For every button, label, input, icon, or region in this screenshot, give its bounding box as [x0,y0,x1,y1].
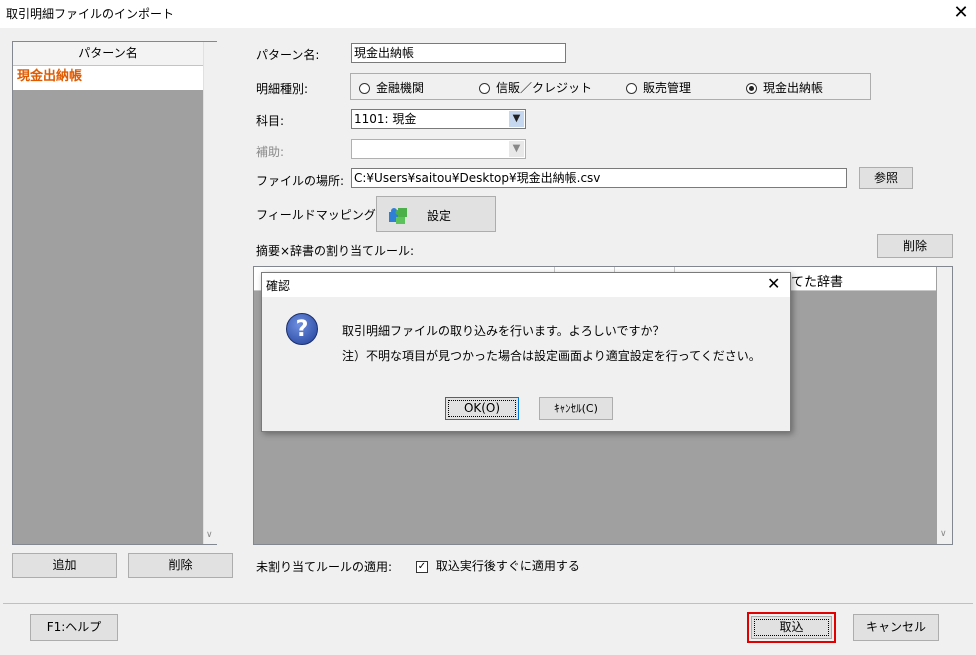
help-button[interactable]: F1:ヘルプ [30,614,118,641]
radio-dot [359,83,370,94]
dialog-title-bar: 確認 ✕ [262,273,790,297]
radio-dot [626,83,637,94]
pattern-list[interactable]: パターン名 現金出納帳 ∨ [12,41,217,545]
footer-separator [3,603,973,604]
dialog-message: 取引明細ファイルの取り込みを行います。よろしいですか？ [342,324,665,338]
browse-button[interactable]: 参照 [859,167,913,189]
pattern-list-empty-area [13,90,203,544]
scroll-down-icon[interactable]: ∨ [940,529,947,539]
window-title-bar: 取引明細ファイルのインポート ✕ [0,0,976,28]
account-label: 科目: [256,114,285,128]
dialog-note: 注）不明な項目が見つかった場合は設定画面より適宜設定を行ってください。 [342,349,761,363]
question-icon: ? [286,313,318,345]
file-location-label: ファイルの場所: [256,174,345,188]
unassigned-rule-label: 未割り当てルールの適用: [256,560,393,574]
rule-label: 摘要×辞書の割り当てルール: [256,244,415,258]
field-mapping-settings-button[interactable]: 設定 [376,196,496,232]
checkmark-icon: ✓ [416,560,428,573]
sub-account-label: 補助: [256,145,285,159]
detail-type-label: 明細種別: [256,82,309,96]
dialog-title: 確認 [266,279,291,293]
dialog-close-icon[interactable]: ✕ [767,274,780,293]
radio-cashbook[interactable]: 現金出納帳 [746,79,823,96]
field-mapping-label: フィールドマッピング: [256,208,380,222]
grid-column-dictionary: てた辞書 [791,275,844,290]
close-icon[interactable]: ✕ [950,2,972,24]
pattern-list-scrollbar[interactable]: ∨ [203,42,217,544]
chevron-down-icon[interactable]: ▼ [509,111,524,127]
radio-dot [479,83,490,94]
radio-financial[interactable]: 金融機関 [359,79,424,96]
confirm-dialog: 確認 ✕ ? 取引明細ファイルの取り込みを行います。よろしいですか？ 注）不明な… [261,272,791,432]
scroll-down-icon[interactable]: ∨ [206,530,213,540]
file-path-input[interactable]: C:¥Users¥saitou¥Desktop¥現金出納帳.csv [351,168,847,188]
radio-sales[interactable]: 販売管理 [626,79,691,96]
cancel-button[interactable]: キャンセル [853,614,939,641]
puzzle-icon [387,204,409,226]
pattern-name-label: パターン名: [256,48,320,62]
dialog-ok-button[interactable]: OK(O) [445,397,519,420]
radio-dot-selected [746,83,757,94]
delete-pattern-button[interactable]: 削除 [128,553,233,578]
window-title: 取引明細ファイルのインポート [6,7,175,21]
dialog-cancel-button[interactable]: ｷｬﾝｾﾙ(C) [539,397,613,420]
pattern-list-item[interactable]: 現金出納帳 [13,66,213,90]
pattern-name-input[interactable]: 現金出納帳 [351,43,566,63]
chevron-down-icon[interactable]: ▼ [509,141,524,157]
account-select[interactable]: 1101: 現金 ▼ [351,109,526,129]
add-pattern-button[interactable]: 追加 [12,553,117,578]
rule-grid-scrollbar[interactable]: ∨ [937,267,952,544]
import-button[interactable]: 取込 [751,616,832,639]
rule-delete-button[interactable]: 削除 [877,234,953,258]
radio-credit[interactable]: 信販／クレジット [479,79,592,96]
pattern-list-header: パターン名 [13,42,203,66]
apply-after-import-checkbox[interactable]: ✓ 取込実行後すぐに適用する [416,557,580,574]
sub-account-select[interactable]: ▼ [351,139,526,159]
detail-type-radio-group: 金融機関 信販／クレジット 販売管理 現金出納帳 [350,73,871,100]
